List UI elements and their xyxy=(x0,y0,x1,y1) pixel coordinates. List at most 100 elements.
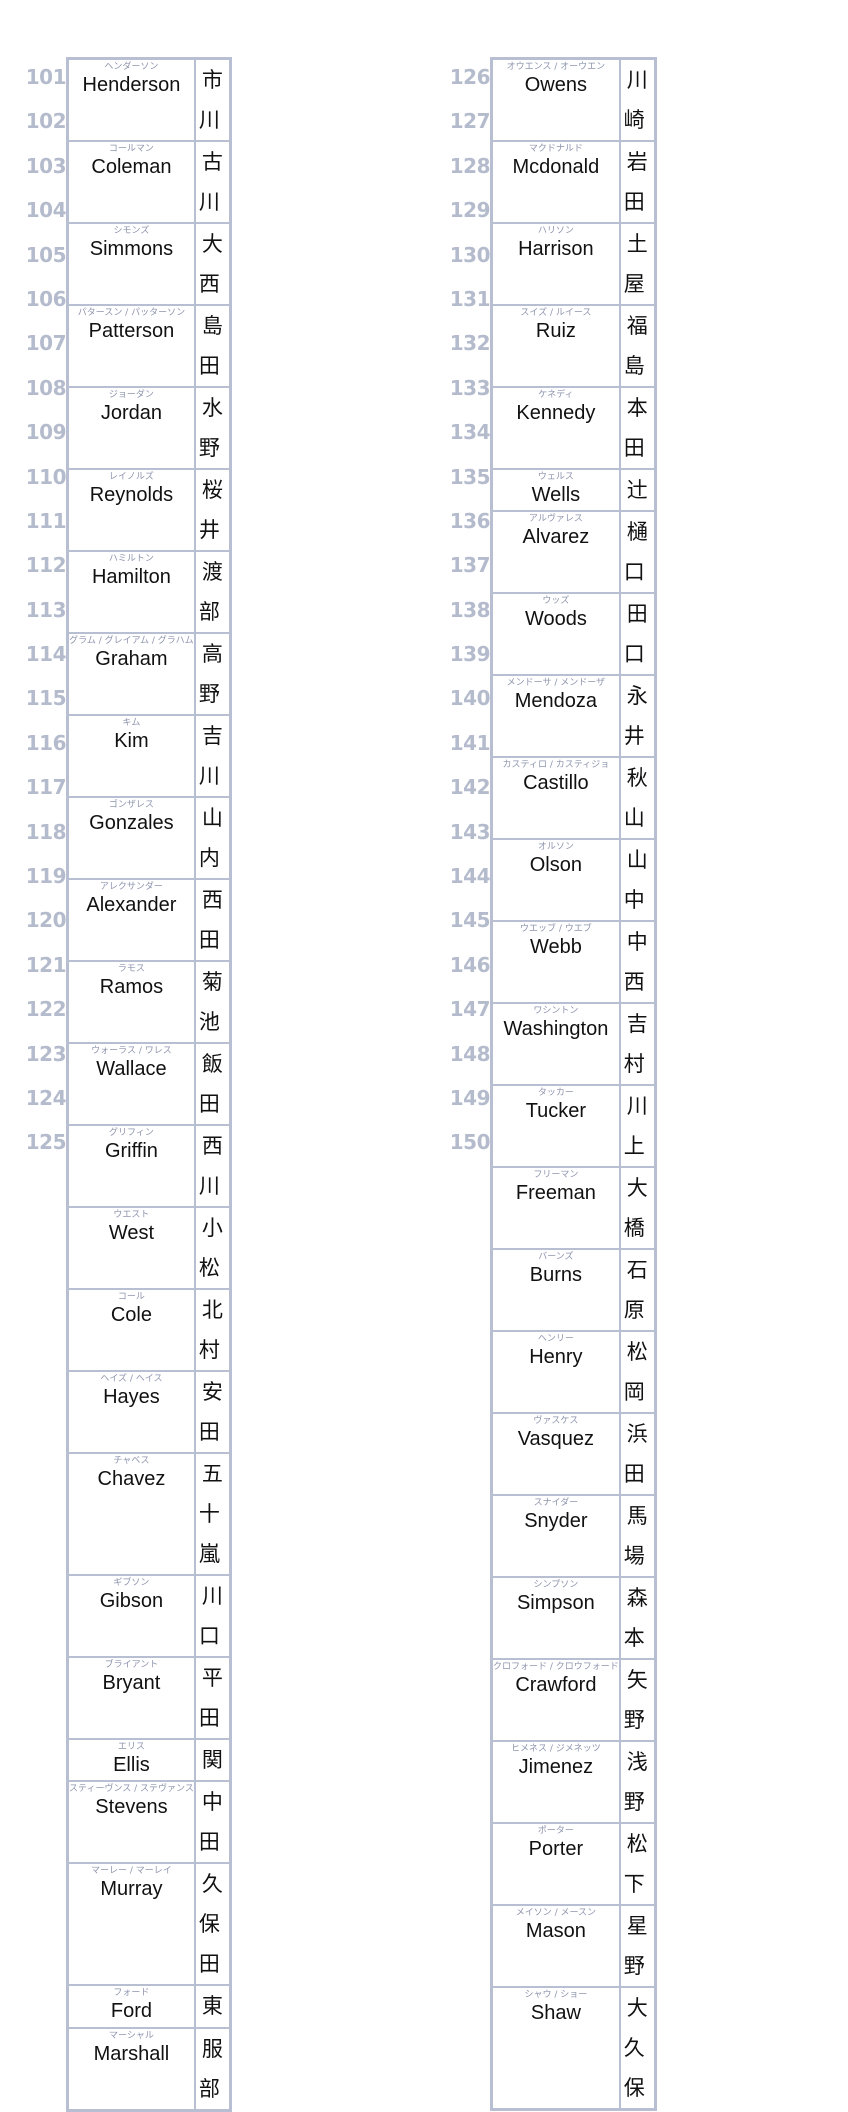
table-row: ヒメネス / ジメネッツ Jimenez 浅野 xyxy=(490,1740,657,1825)
japanese-surname: 樋口 xyxy=(623,520,654,585)
english-name-cell: アルヴァレス Alvarez xyxy=(490,510,621,595)
japanese-name-cell: 馬場 xyxy=(618,1494,657,1579)
japanese-surname: 浜田 xyxy=(623,1422,654,1487)
table-row: フォード Ford 東 xyxy=(66,1984,232,2029)
table-row: アレクサンダー Alexander 西田 xyxy=(66,878,232,962)
english-name-cell: ウエッブ / ウエブ Webb xyxy=(490,920,621,1005)
table-row: ヴァスケス Vasquez 浜田 xyxy=(490,1412,657,1497)
japanese-name-cell: 福島 xyxy=(618,304,657,388)
english-surname: Marshall xyxy=(93,2042,170,2065)
entry-number: 119 xyxy=(25,864,67,889)
japanese-name-cell: 桜井 xyxy=(193,468,232,552)
japanese-surname: 西田 xyxy=(198,888,229,952)
entry-number: 131 xyxy=(449,286,491,311)
english-name-cell: ハミルトン Hamilton xyxy=(66,550,196,634)
english-surname: Owens xyxy=(524,74,587,96)
japanese-surname: 川上 xyxy=(623,1094,654,1159)
entry-number: 107 xyxy=(25,331,67,356)
japanese-surname: 吉村 xyxy=(623,1012,654,1077)
japanese-surname: 福島 xyxy=(623,314,654,378)
english-name-cell: ギブソン Gibson xyxy=(66,1574,196,1658)
japanese-name-cell: 大橋 xyxy=(618,1166,657,1251)
japanese-surname: 辻 xyxy=(626,478,654,502)
english-surname: Griffin xyxy=(104,1140,158,1162)
english-surname: Wells xyxy=(531,484,581,506)
japanese-name-cell: 松岡 xyxy=(618,1330,657,1415)
table-row: オルソン Olson 山中 xyxy=(490,838,657,923)
table-row: オウエンス / オーウエン Owens 川崎 xyxy=(490,57,657,142)
english-surname: Kim xyxy=(114,730,149,752)
table-row: ケネディ Kennedy 本田 xyxy=(490,386,657,470)
english-name-cell: ジョーダン Jordan xyxy=(66,386,196,470)
english-name-cell: ウォーラス / ワレス Wallace xyxy=(66,1042,196,1126)
table-row: グリフィン Griffin 西川 xyxy=(66,1124,232,1208)
english-name-cell: マーシャル Marshall xyxy=(66,2026,196,2112)
english-name-cell: キム Kim xyxy=(66,714,196,798)
japanese-surname: 本田 xyxy=(623,396,654,460)
english-surname: Hayes xyxy=(103,1386,160,1408)
japanese-surname: 中田 xyxy=(198,1790,229,1855)
entry-number: 109 xyxy=(25,420,67,445)
names-table: オウエンス / オーウエン Owens 川崎 マクドナルド Mcdonald 岩田 ハリソン… xyxy=(490,57,657,2112)
katakana-reading: カスティロ / カスティジョ xyxy=(502,760,610,771)
table-row: スイズ / ルイース Ruiz 福島 xyxy=(490,304,657,388)
entry-number: 130 xyxy=(449,242,491,267)
katakana-reading: フォード xyxy=(113,1988,150,1999)
english-name-cell: ヘンダーソン Henderson xyxy=(66,57,196,142)
table-row: ウェルス Wells 辻 xyxy=(490,467,657,513)
entry-number: 120 xyxy=(25,908,67,933)
english-name-cell: パタースン / パッターソン Patterson xyxy=(66,304,196,388)
japanese-name-cell: 吉川 xyxy=(193,714,232,798)
table-row: ラモス Ramos 菊池 xyxy=(66,960,232,1044)
english-surname: Webb xyxy=(529,936,582,959)
english-name-cell: ウエスト West xyxy=(66,1206,196,1290)
english-surname: Jordan xyxy=(100,402,162,424)
japanese-name-cell: 中田 xyxy=(193,1780,232,1865)
entry-number: 147 xyxy=(449,997,491,1022)
english-surname: Mcdonald xyxy=(512,156,600,178)
entry-number: 135 xyxy=(449,464,491,489)
entry-number: 118 xyxy=(25,819,67,844)
katakana-reading: ハリソン xyxy=(537,226,574,236)
japanese-name-cell: 樋口 xyxy=(618,510,657,595)
english-surname: Shaw xyxy=(530,2002,581,2025)
english-surname: Ford xyxy=(110,2000,152,2023)
english-name-cell: ハリソン Harrison xyxy=(490,222,621,306)
table-row: ハミルトン Hamilton 渡部 xyxy=(66,550,232,634)
entry-number: 122 xyxy=(25,997,67,1022)
katakana-reading: シンプソン xyxy=(533,1580,579,1591)
english-name-cell: フリーマン Freeman xyxy=(490,1166,621,1251)
japanese-surname: 浅野 xyxy=(623,1750,654,1815)
japanese-surname: 石原 xyxy=(623,1258,654,1323)
english-surname: Ellis xyxy=(113,1754,150,1776)
english-name-cell: バーンズ Burns xyxy=(490,1248,621,1333)
katakana-reading: オウエンス / オーウエン xyxy=(506,62,606,72)
table-row: ブライアント Bryant 平田 xyxy=(66,1656,232,1740)
japanese-surname: 森本 xyxy=(623,1586,654,1651)
english-name-cell: オルソン Olson xyxy=(490,838,621,923)
table-row: バーンズ Burns 石原 xyxy=(490,1248,657,1333)
entry-number: 145 xyxy=(449,908,491,933)
japanese-surname: 中西 xyxy=(623,930,654,995)
katakana-reading: ブライアント xyxy=(104,1660,159,1670)
japanese-surname: 高野 xyxy=(198,642,229,706)
japanese-name-cell: 服部 xyxy=(193,2026,232,2112)
entry-number: 115 xyxy=(25,686,67,711)
japanese-name-cell: 古川 xyxy=(193,140,232,224)
english-surname: Bryant xyxy=(102,1672,161,1694)
table-row: キム Kim 吉川 xyxy=(66,714,232,798)
katakana-reading: ヘンリー xyxy=(537,1334,574,1345)
names-table: ヘンダーソン Henderson 市川 コールマン Coleman 古川 シモンズ Simmo… xyxy=(66,57,232,2112)
entry-number: 113 xyxy=(25,597,67,622)
japanese-surname: 古川 xyxy=(198,150,229,214)
table-row: ウォーラス / ワレス Wallace 飯田 xyxy=(66,1042,232,1126)
english-name-cell: ウェルス Wells xyxy=(490,467,621,513)
katakana-reading: ヘンダーソン xyxy=(104,62,159,72)
japanese-surname: 東 xyxy=(201,1994,229,2019)
entry-number: 146 xyxy=(449,952,491,977)
english-surname: Vasquez xyxy=(517,1428,595,1451)
english-surname: Crawford xyxy=(515,1674,597,1697)
japanese-surname: 吉川 xyxy=(198,724,229,788)
japanese-name-cell: 山中 xyxy=(618,838,657,923)
english-name-cell: タッカー Tucker xyxy=(490,1084,621,1169)
